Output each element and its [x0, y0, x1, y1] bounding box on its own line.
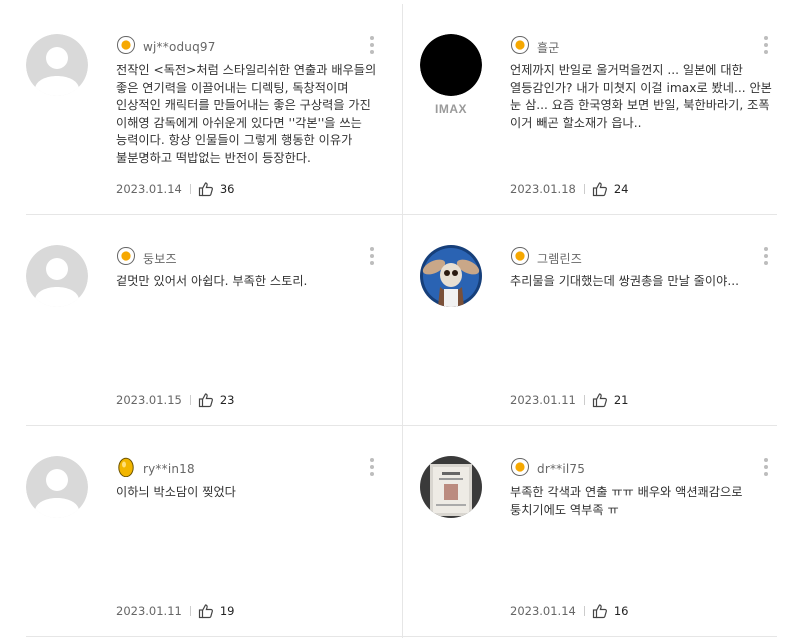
avatar-caption: IMAX — [435, 102, 467, 116]
more-options-icon[interactable] — [761, 456, 771, 480]
more-options-icon[interactable] — [761, 34, 771, 58]
like-count: 23 — [219, 393, 235, 407]
like-button[interactable]: 36 — [198, 181, 235, 197]
review-text: 이하늬 박소담이 찢었다 — [116, 485, 236, 499]
reviewer-nickname[interactable]: ry**in18 — [143, 462, 195, 476]
avatar[interactable] — [420, 245, 482, 307]
avatar[interactable] — [26, 34, 88, 96]
column-divider — [402, 4, 403, 638]
review-date: 2023.01.11 — [510, 393, 576, 407]
more-options-icon[interactable] — [761, 245, 771, 269]
review-text: 언제까지 반일로 울거먹을껀지 ... 일본에 대한 열등감인가? 내가 미쳣지… — [510, 63, 772, 130]
row-divider — [26, 636, 777, 637]
more-options-icon[interactable] — [367, 456, 377, 480]
like-count: 19 — [219, 604, 235, 618]
thumbs-up-icon — [198, 603, 220, 619]
reviewer-nickname[interactable]: dr**il75 — [537, 462, 585, 476]
divider — [583, 606, 585, 616]
review-card: 그렘린즈추리물을 기대했는데 쌍권총을 만날 줄이야... 2023.01.11 2… — [420, 215, 795, 425]
divider — [189, 606, 191, 616]
review-date: 2023.01.15 — [116, 393, 182, 407]
review-date: 2023.01.18 — [510, 182, 576, 196]
review-card: 둥보즈겉멋만 있어서 아쉽다. 부족한 스토리. 2023.01.15 23 — [26, 215, 401, 425]
more-options-icon[interactable] — [367, 34, 377, 58]
reviewer-nickname[interactable]: 흘군 — [537, 39, 559, 56]
like-count: 24 — [613, 182, 629, 196]
review-card: ry**in18 이하늬 박소담이 찢었다 2023.01.11 19 — [26, 426, 401, 636]
like-button[interactable]: 24 — [592, 181, 629, 197]
fried-egg-badge-icon — [510, 35, 537, 59]
gold-egg-badge-icon — [116, 457, 143, 481]
review-card: IMAX 흘군언제까지 반일로 울거먹을껀지 ... 일본에 대한 열등감인가? … — [420, 4, 795, 214]
fried-egg-badge-icon — [116, 35, 143, 59]
thumbs-up-icon — [198, 181, 220, 197]
avatar[interactable] — [26, 245, 88, 307]
avatar[interactable] — [26, 456, 88, 518]
divider — [583, 184, 585, 194]
review-card: wj**oduq97 전작인 <독전>처럼 스타일리쉬한 연출과 배우들의 좋은 … — [26, 4, 401, 214]
like-button[interactable]: 21 — [592, 392, 629, 408]
like-button[interactable]: 19 — [198, 603, 235, 619]
fried-egg-badge-icon — [510, 246, 537, 270]
more-options-icon[interactable] — [367, 245, 377, 269]
reviewer-nickname[interactable]: 그렘린즈 — [537, 250, 582, 267]
thumbs-up-icon — [592, 392, 614, 408]
thumbs-up-icon — [592, 181, 614, 197]
avatar[interactable] — [420, 34, 482, 96]
like-count: 21 — [613, 393, 629, 407]
like-button[interactable]: 16 — [592, 603, 629, 619]
review-date: 2023.01.14 — [510, 604, 576, 618]
review-text: 전작인 <독전>처럼 스타일리쉬한 연출과 배우들의 좋은 연기력을 이끌어내는… — [116, 63, 377, 165]
divider — [189, 395, 191, 405]
like-count: 36 — [219, 182, 235, 196]
review-text: 부족한 각색과 연출 ㅠㅠ 배우와 액션쾌감으로 퉁치기에도 역부족 ㅠ — [510, 485, 743, 517]
fried-egg-badge-icon — [116, 246, 143, 270]
fried-egg-badge-icon — [510, 457, 537, 481]
review-text: 추리물을 기대했는데 쌍권총을 만날 줄이야... — [510, 274, 739, 288]
divider — [189, 184, 191, 194]
like-count: 16 — [613, 604, 629, 618]
reviewer-nickname[interactable]: wj**oduq97 — [143, 40, 216, 54]
like-button[interactable]: 23 — [198, 392, 235, 408]
divider — [583, 395, 585, 405]
review-date: 2023.01.11 — [116, 604, 182, 618]
avatar[interactable] — [420, 456, 482, 518]
review-text: 겉멋만 있어서 아쉽다. 부족한 스토리. — [116, 274, 308, 288]
review-date: 2023.01.14 — [116, 182, 182, 196]
thumbs-up-icon — [198, 392, 220, 408]
reviewer-nickname[interactable]: 둥보즈 — [143, 250, 177, 267]
thumbs-up-icon — [592, 603, 614, 619]
review-card: dr**il75 부족한 각색과 연출 ㅠㅠ 배우와 액션쾌감으로 퉁치기에도 역… — [420, 426, 795, 636]
